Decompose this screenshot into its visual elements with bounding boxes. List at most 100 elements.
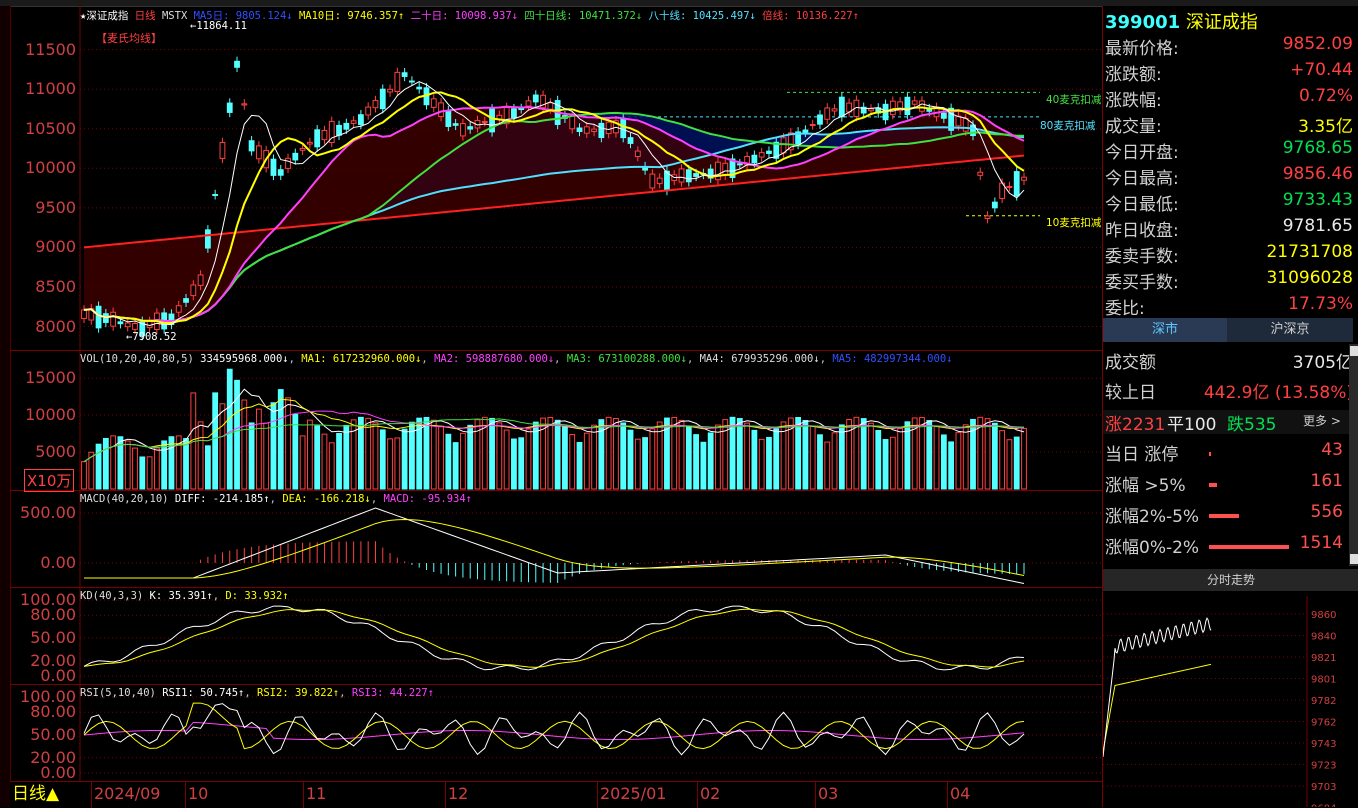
candle (372, 100, 379, 109)
quote-label: 委卖手数: (1105, 247, 1179, 267)
volume-bar (554, 419, 561, 490)
rsi-pane[interactable]: RSI(5,10,40) RSI1: 50.745↑, RSI2: 39.822… (10, 685, 1102, 782)
vol-value: 334595968.000↓ (200, 353, 289, 365)
candle (132, 323, 138, 330)
stat-value: 1514 (1299, 533, 1343, 553)
scroll-down-arrow[interactable] (1350, 554, 1358, 564)
volume-chart (79, 351, 1102, 491)
more-link[interactable]: 更多 > (1303, 412, 1341, 429)
stat-value: 43 (1321, 440, 1343, 460)
volume-bar (219, 403, 226, 490)
quote-value: 0.72% (1298, 86, 1353, 106)
volume-bar (642, 437, 648, 490)
candle (445, 110, 452, 127)
candle (212, 194, 219, 197)
volume-pane[interactable]: VOL(10,20,40,80,5) 334595968.000↓, MA1: … (10, 351, 1102, 492)
quote-panel: 399001 深证成指 最新价格: 9852.09 涨跌额: +70.44 涨跌幅: 0.… (1102, 6, 1358, 807)
date-tick (815, 782, 816, 808)
stat-bar (1209, 514, 1239, 518)
amount-value: 3705亿 (1292, 353, 1353, 373)
volume-bar (707, 432, 714, 490)
volume-bar (153, 447, 160, 490)
candle (241, 103, 248, 106)
volume-bar (110, 435, 117, 490)
volume-bar (124, 440, 131, 490)
candle (248, 140, 255, 152)
volume-bar (204, 445, 211, 490)
axis-label: 50.00 (30, 725, 76, 744)
candle (306, 141, 313, 145)
stat-row: 当日 涨停 43 (1103, 440, 1343, 468)
candle (197, 274, 204, 286)
stat-label: 当日 涨停 (1105, 445, 1179, 465)
volume-header: VOL(10,20,40,80,5) 334595968.000↓, MA1: … (80, 353, 953, 365)
mini-axis-label: 9801 (1311, 675, 1336, 686)
volume-bar (306, 419, 313, 490)
mini-axis-label: 9840 (1311, 632, 1336, 643)
date-label: 12 (448, 784, 469, 803)
macd-dea: DEA: -166.218↓ (282, 493, 371, 505)
kd-header: KD(40,3,3) K: 35.391↑, D: 33.932↑ (80, 590, 289, 602)
candle (591, 128, 597, 132)
quote-label: 成交量: (1105, 117, 1162, 137)
volume-bar (263, 422, 270, 490)
quote-label: 今日最低: (1105, 195, 1179, 215)
stat-label: 涨幅 >5% (1105, 476, 1186, 496)
volume-bar (831, 432, 838, 490)
tab-shenzhen[interactable]: 深市 (1103, 318, 1227, 342)
stat-row: 涨幅2%-5% 556 (1103, 502, 1343, 530)
vs-prev-label: 较上日 (1105, 383, 1156, 403)
macd-pane[interactable]: MACD(40,20,10) DIFF: -214.185↑, DEA: -16… (10, 491, 1102, 588)
axis-label: 9000 (35, 237, 76, 257)
volume-bar (649, 428, 656, 490)
panel-scrollbar[interactable] (1349, 344, 1358, 566)
candle (955, 115, 962, 127)
candle (838, 96, 845, 118)
volume-bar (926, 420, 933, 490)
volume-bar (518, 437, 525, 490)
axis-label: 9500 (35, 197, 76, 217)
volume-bar (919, 417, 925, 490)
stat-value: 161 (1310, 471, 1343, 491)
volume-bar (583, 432, 590, 490)
tab-hushenjing[interactable]: 沪深京 (1228, 318, 1352, 342)
vol-title: VOL(10,20,40,80,5) (80, 353, 194, 365)
mini-axis-label: 9684 (1311, 804, 1336, 808)
rsi-chart (79, 685, 1102, 781)
volume-bar (430, 419, 437, 490)
date-label: 03 (818, 784, 839, 803)
volume-bar (321, 433, 328, 490)
candle (234, 60, 240, 68)
vol-ma3: MA3: 673100288.000↓ (566, 353, 687, 365)
macd-dea-line (84, 518, 1025, 579)
mini-axis-label: 9821 (1311, 653, 1336, 664)
volume-bar (1013, 436, 1020, 490)
intraday-title[interactable]: 分时走势 (1103, 569, 1358, 591)
volume-bar (365, 417, 372, 490)
volume-bar (394, 437, 401, 490)
price-pane[interactable]: ★深证成指 日线 MSTX MA5日: 9805.124↓ MA10日: 974… (10, 6, 1102, 351)
volume-bar (525, 428, 532, 490)
kd-pane[interactable]: KD(40,3,3) K: 35.391↑, D: 33.932↑ 100.00… (10, 588, 1102, 685)
axis-label: 500.00 (20, 503, 76, 522)
scroll-up-arrow[interactable] (1350, 346, 1358, 356)
volume-bar (766, 436, 772, 490)
candle (416, 86, 423, 90)
volume-bar (889, 436, 896, 490)
period-selector[interactable]: 日线▲ (10, 782, 80, 808)
candle (430, 98, 437, 108)
macd-title: MACD(40,20,10) (80, 493, 169, 505)
volume-bar (897, 428, 904, 490)
candle (1006, 186, 1013, 189)
ma80-value: 八十线: 10425.497↓ (648, 10, 756, 22)
rsi-1-line (83, 703, 1025, 756)
candle (831, 108, 838, 112)
volume-bar (423, 416, 430, 490)
volume-bar (212, 392, 219, 490)
volume-bar (715, 424, 721, 490)
vs-prev-row: 较上日 442.9亿 (13.58%) (1103, 378, 1353, 404)
breadth-row: 涨2231 平100 跌535 更多 > (1103, 410, 1353, 435)
volume-bar (693, 434, 699, 490)
date-label: 02 (700, 784, 721, 803)
candle (387, 88, 393, 93)
